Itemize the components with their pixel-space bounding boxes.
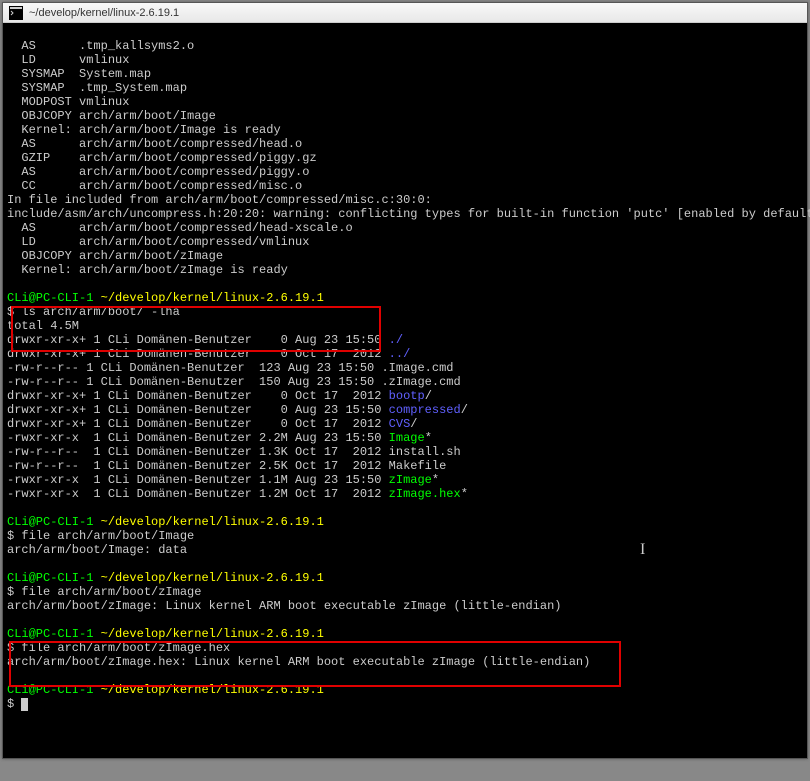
terminal-line: $ file arch/arm/boot/zImage.hex	[7, 641, 803, 655]
terminal-line: arch/arm/boot/zImage.hex: Linux kernel A…	[7, 655, 803, 669]
titlebar[interactable]: ~/develop/kernel/linux-2.6.19.1	[3, 3, 807, 23]
terminal-line	[7, 669, 803, 683]
terminal-line: CLi@PC-CLI-1 ~/develop/kernel/linux-2.6.…	[7, 515, 803, 529]
terminal-line: -rwxr-xr-x 1 CLi Domänen-Benutzer 1.2M O…	[7, 487, 803, 501]
cursor	[21, 698, 28, 711]
text-cursor-icon: I	[640, 543, 645, 557]
terminal-line: $ file arch/arm/boot/Image	[7, 529, 803, 543]
terminal-line: OBJCOPY arch/arm/boot/Image	[7, 109, 803, 123]
terminal-line: $	[7, 697, 803, 711]
terminal-line: -rw-r--r-- 1 CLi Domänen-Benutzer 1.3K O…	[7, 445, 803, 459]
terminal-line: -rwxr-xr-x 1 CLi Domänen-Benutzer 2.2M A…	[7, 431, 803, 445]
terminal-line: OBJCOPY arch/arm/boot/zImage	[7, 249, 803, 263]
terminal-line: $ file arch/arm/boot/zImage	[7, 585, 803, 599]
terminal-line: -rw-r--r-- 1 CLi Domänen-Benutzer 2.5K O…	[7, 459, 803, 473]
terminal-line: arch/arm/boot/zImage: Linux kernel ARM b…	[7, 599, 803, 613]
terminal-line	[7, 613, 803, 627]
terminal-line: GZIP arch/arm/boot/compressed/piggy.gz	[7, 151, 803, 165]
terminal-window: ~/develop/kernel/linux-2.6.19.1 AS .tmp_…	[2, 2, 808, 759]
terminal-line: drwxr-xr-x+ 1 CLi Domänen-Benutzer 0 Oct…	[7, 417, 803, 431]
terminal-line: SYSMAP .tmp_System.map	[7, 81, 803, 95]
titlebar-text: ~/develop/kernel/linux-2.6.19.1	[29, 7, 179, 19]
terminal-line: CLi@PC-CLI-1 ~/develop/kernel/linux-2.6.…	[7, 683, 803, 697]
terminal-line: -rwxr-xr-x 1 CLi Domänen-Benutzer 1.1M A…	[7, 473, 803, 487]
terminal-line	[7, 557, 803, 571]
terminal-line: CLi@PC-CLI-1 ~/develop/kernel/linux-2.6.…	[7, 291, 803, 305]
terminal-line: AS arch/arm/boot/compressed/head-xscale.…	[7, 221, 803, 235]
scrollback-content: AS .tmp_kallsyms2.o LD vmlinux SYSMAP Sy…	[7, 39, 803, 711]
terminal-line: AS arch/arm/boot/compressed/head.o	[7, 137, 803, 151]
terminal-line: include/asm/arch/uncompress.h:20:20: war…	[7, 207, 803, 221]
terminal-line: drwxr-xr-x+ 1 CLi Domänen-Benutzer 0 Oct…	[7, 347, 803, 361]
terminal-line: AS .tmp_kallsyms2.o	[7, 39, 803, 53]
terminal-line: LD vmlinux	[7, 53, 803, 67]
terminal-line: CLi@PC-CLI-1 ~/develop/kernel/linux-2.6.…	[7, 627, 803, 641]
terminal-line: drwxr-xr-x+ 1 CLi Domänen-Benutzer 0 Aug…	[7, 333, 803, 347]
terminal-line: total 4.5M	[7, 319, 803, 333]
terminal-line: LD arch/arm/boot/compressed/vmlinux	[7, 235, 803, 249]
terminal-line: SYSMAP System.map	[7, 67, 803, 81]
terminal-line: Kernel: arch/arm/boot/zImage is ready	[7, 263, 803, 277]
terminal-line	[7, 277, 803, 291]
terminal-line: CLi@PC-CLI-1 ~/develop/kernel/linux-2.6.…	[7, 571, 803, 585]
terminal-line: Kernel: arch/arm/boot/Image is ready	[7, 123, 803, 137]
terminal-line: AS arch/arm/boot/compressed/piggy.o	[7, 165, 803, 179]
terminal-icon	[9, 6, 23, 20]
terminal-line: MODPOST vmlinux	[7, 95, 803, 109]
terminal-line: In file included from arch/arm/boot/comp…	[7, 193, 803, 207]
terminal-line: CC arch/arm/boot/compressed/misc.o	[7, 179, 803, 193]
terminal-line	[7, 501, 803, 515]
terminal-line: -rw-r--r-- 1 CLi Domänen-Benutzer 150 Au…	[7, 375, 803, 389]
terminal-body[interactable]: AS .tmp_kallsyms2.o LD vmlinux SYSMAP Sy…	[3, 23, 807, 758]
terminal-line: drwxr-xr-x+ 1 CLi Domänen-Benutzer 0 Oct…	[7, 389, 803, 403]
terminal-line: drwxr-xr-x+ 1 CLi Domänen-Benutzer 0 Aug…	[7, 403, 803, 417]
terminal-line: $ ls arch/arm/boot/ -lha	[7, 305, 803, 319]
terminal-line: -rw-r--r-- 1 CLi Domänen-Benutzer 123 Au…	[7, 361, 803, 375]
terminal-line: arch/arm/boot/Image: data	[7, 543, 803, 557]
